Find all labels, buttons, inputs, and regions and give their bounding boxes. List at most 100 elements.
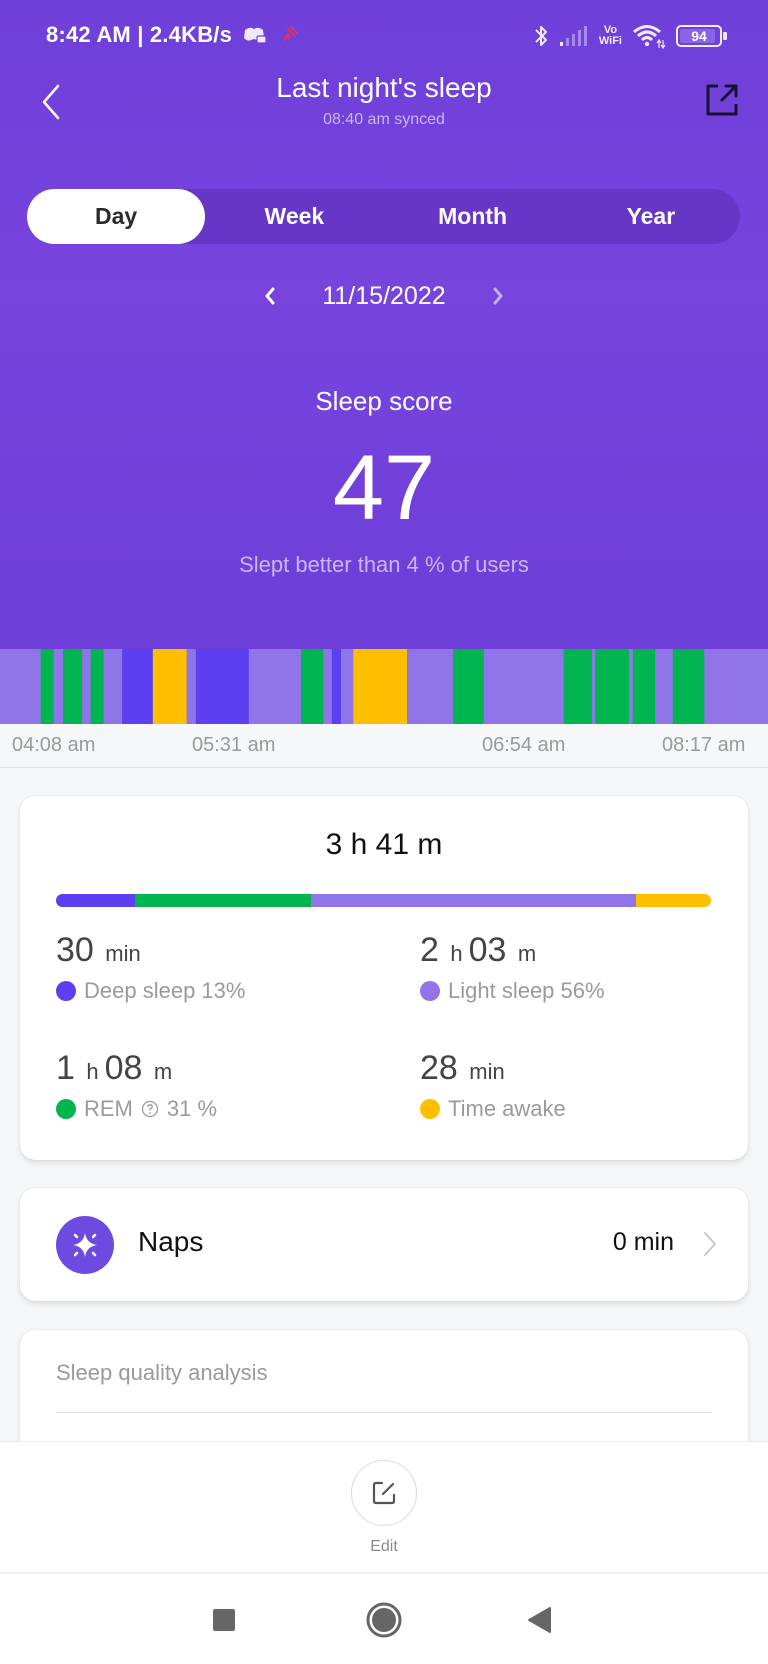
stat-label: REM [84,1096,133,1121]
edit-icon [372,1481,396,1505]
segment-rem [40,649,55,724]
chevron-right-icon [493,287,503,305]
segment-light [592,649,596,724]
stat-number: 28 [420,1049,458,1087]
period-tabs: Day Week Month Year [27,189,740,244]
sparkle-icon [73,1233,97,1257]
edit-button[interactable] [351,1460,417,1526]
recents-icon [213,1609,235,1631]
sleep-score-value: 47 [332,437,436,539]
segment-rem [563,649,593,724]
stat-number: 2 [420,931,439,969]
status-bar: 8:42 AM | 2.4KB/s Vo WiFi 94 [0,14,768,54]
stat-percent: 31 % [166,1096,218,1121]
segment-rem [672,649,705,724]
stage-breakdown-bar [56,894,711,907]
sleep-summary-card: 3 h 41 m 30 min Deep sleep 13% 2 h 03 m L… [20,796,748,1160]
stat-time-awake: 28 min Time awake [420,1048,720,1122]
segment-deep [122,649,154,724]
stat-rem: 1 h 08 m REM 31 % [56,1048,356,1122]
segment-light [341,649,354,724]
segment-awake [353,649,408,724]
share-icon [706,84,738,116]
back-icon [528,1607,551,1633]
tab-year[interactable]: Year [562,189,740,244]
naps-label: Naps [138,1226,204,1257]
sleep-score-label: Sleep score [315,386,453,416]
rem-dot [56,1099,76,1119]
stat-deep-sleep: 30 min Deep sleep 13% [56,930,356,1004]
segment-light [82,649,92,724]
stat-number: 30 [56,931,94,969]
stat-unit: min [105,941,141,966]
home-button[interactable] [362,1598,406,1642]
stat-light-sleep: 2 h 03 m Light sleep 56% [420,930,720,1004]
stat-unit: m [153,1059,173,1084]
total-sleep-duration: 3 h 41 m [325,828,443,861]
share-button[interactable] [704,82,740,118]
segment-rem [90,649,105,724]
awake-dot [420,1099,440,1119]
segment-light [407,649,454,724]
tick-label: 06:54 am [482,734,566,756]
sleep-stage-timeline[interactable] [0,649,768,724]
segment-rem [63,649,83,724]
segment-light [248,649,302,724]
stat-number: 1 [56,1049,75,1087]
pin-icon [283,26,298,41]
chevron-left-icon [265,287,275,305]
system-nav-bar [0,1572,768,1664]
tick-label: 05:31 am [192,734,276,756]
signal-icon [559,26,587,46]
hero-header: 8:42 AM | 2.4KB/s Vo WiFi 94 Last night'… [0,0,768,650]
segment-deep [331,649,342,724]
stat-unit: min [469,1059,505,1084]
segment-light [323,649,333,724]
status-time: 8:42 AM | 2.4KB/s [46,22,233,47]
back-nav-button[interactable] [518,1598,562,1642]
home-icon [366,1602,402,1638]
stat-label: Deep sleep 13% [84,978,246,1003]
tab-day[interactable]: Day [27,189,206,244]
bluetooth-icon [535,26,547,46]
stat-label: Time awake [448,1096,566,1121]
wifi-icon [633,25,666,49]
sleep-stage-chart [0,649,768,724]
time-axis: 04:08 am 05:31 am 06:54 am 08:17 am [0,724,768,768]
divider [56,1412,712,1413]
stat-unit: h [86,1059,99,1084]
previous-date-button[interactable] [258,282,282,310]
sync-status: 08:40 am synced [323,111,445,128]
date-navigator: 11/15/2022 [0,276,768,316]
page-title: Last night's sleep [276,72,492,103]
naps-row[interactable]: Naps 0 min [20,1188,748,1301]
breakdown-awake [635,894,711,907]
tick-label: 04:08 am [12,734,96,756]
segment-rem [453,649,485,724]
stat-unit: h [450,941,463,966]
vowifi-icon: Vo WiFi [598,24,622,47]
tab-month[interactable]: Month [384,189,562,244]
segment-rem [301,649,324,724]
help-icon[interactable] [141,1100,159,1118]
recents-button[interactable] [202,1598,246,1642]
tab-week[interactable]: Week [205,189,383,244]
segment-light [53,649,64,724]
status-icons: Vo WiFi 94 [533,22,727,50]
naps-value: 0 min [612,1228,674,1256]
segment-light [483,649,565,724]
segment-rem [632,649,656,724]
segment-light [103,649,123,724]
segment-light [0,649,42,724]
chevron-right-icon [704,1232,716,1256]
edit-bar: Edit [0,1441,768,1573]
next-date-button[interactable] [486,282,510,310]
breakdown-rem [134,894,312,907]
battery-icon: 94 [676,25,727,47]
breakdown-light [311,894,636,907]
analysis-title: Sleep quality analysis [56,1360,268,1385]
stat-number: 03 [468,931,507,969]
segment-rem [595,649,630,724]
segment-awake [152,649,188,724]
naps-badge [56,1216,114,1274]
